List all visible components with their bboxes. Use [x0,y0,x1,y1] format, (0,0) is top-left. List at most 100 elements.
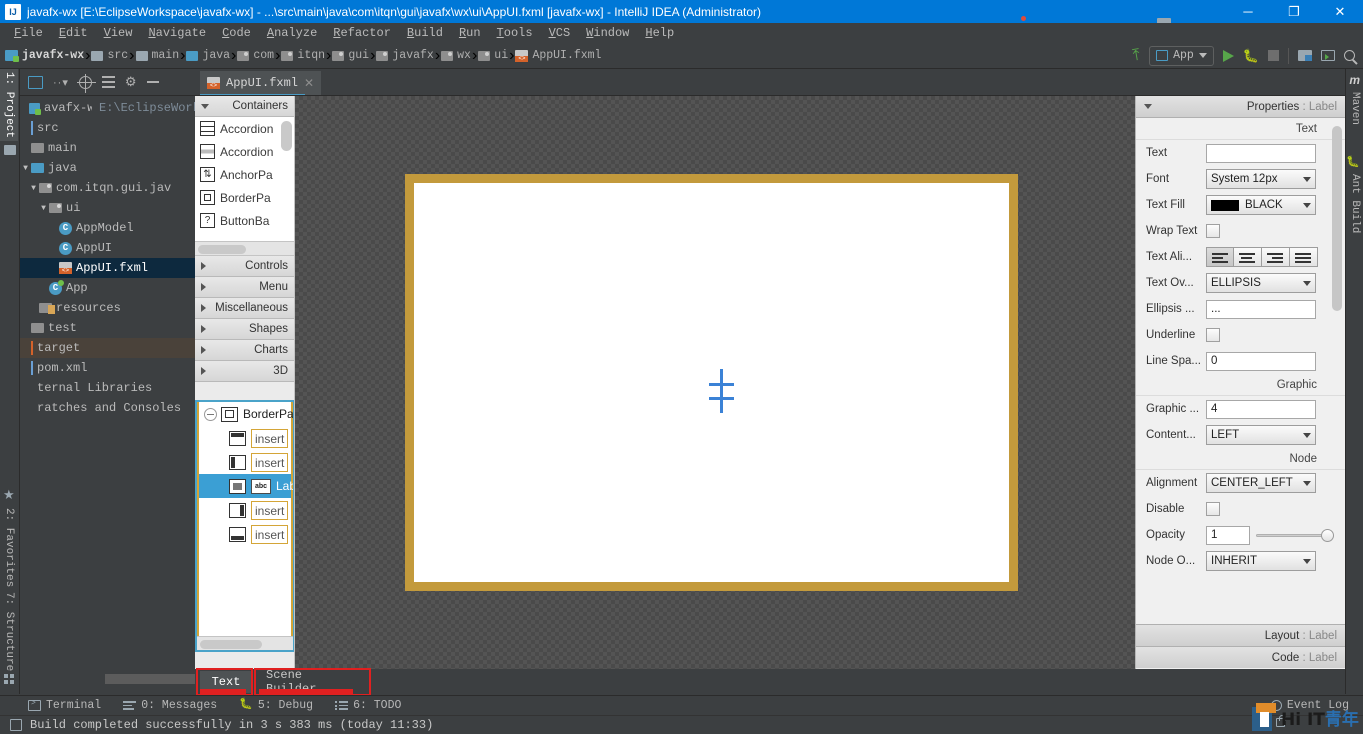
search-icon[interactable] [1344,50,1355,61]
menu-item-window[interactable]: Window [578,23,637,43]
menu-item-view[interactable]: View [96,23,141,43]
palette-item-accordion[interactable]: Accordion [195,117,294,140]
close-icon[interactable]: ✕ [304,76,314,90]
palette-section-menu[interactable]: Menu [195,277,294,298]
project-tree-item[interactable]: C AppUI [20,238,195,258]
project-tree-item[interactable]: ▼ java [20,158,195,178]
editor-tab-appui-fxml[interactable]: AppUI.fxml ✕ [200,71,322,95]
menu-item-vcs[interactable]: VCS [541,23,579,43]
align-left-icon[interactable] [1206,247,1234,267]
menu-item-code[interactable]: Code [214,23,259,43]
breadcrumb-item-wx[interactable]: wx [440,49,472,62]
tree-expander[interactable]: ▼ [28,184,39,193]
breadcrumb-item-src[interactable]: src [90,49,129,62]
tool-button-todo[interactable]: 6: TODO [335,699,401,712]
menu-item-run[interactable]: Run [451,23,489,43]
hierarchy-hscrollbar[interactable] [197,636,293,650]
sidebar-item-structure[interactable]: 7: Structure [0,589,18,674]
palette-section-containers[interactable]: Containers [195,96,294,117]
project-tree-item[interactable]: AppUI.fxml [20,258,195,278]
breadcrumb-item-main[interactable]: main [135,49,181,62]
project-tree-item[interactable]: test [20,318,195,338]
project-tree-item[interactable]: resources [20,298,195,318]
back-arrow-icon[interactable]: ⤒ [1132,46,1142,64]
menu-item-file[interactable]: File [6,23,51,43]
tool-button-terminal[interactable]: Terminal [28,699,101,712]
project-tree-item[interactable]: C App [20,278,195,298]
menu-item-tools[interactable]: Tools [489,23,541,43]
breadcrumb-item-java[interactable]: java [185,49,231,62]
menu-item-refactor[interactable]: Refactor [325,23,399,43]
hierarchy-row-lab[interactable]: abc Lab [199,474,293,498]
tool-button-messages[interactable]: 0: Messages [123,699,217,712]
project-tree-item[interactable]: pom.xml [20,358,195,378]
project-structure-icon[interactable] [1298,50,1312,61]
project-tree-item[interactable]: src [20,118,195,138]
hierarchy-insert-placeholder[interactable]: insert [251,452,289,472]
hierarchy-row-insert[interactable]: insert [199,450,291,474]
property-input-line-spa[interactable]: 0 [1206,351,1316,371]
sidebar-item-favorites[interactable]: 2: Favorites [0,505,18,590]
project-tree-item[interactable]: avafx-wx E:\EclipseWorksp [20,98,195,118]
align-justify-icon[interactable] [1290,247,1318,267]
collapse-toggle-icon[interactable] [204,407,217,421]
menu-item-edit[interactable]: Edit [51,23,96,43]
sidebar-item-maven[interactable]: Maven [1347,89,1363,128]
property-checkbox-underline[interactable] [1206,328,1220,342]
property-select-text-ov[interactable]: ELLIPSIS [1206,273,1316,293]
scroll-from-source-icon[interactable] [76,73,96,93]
hide-panel-icon[interactable] [146,81,159,83]
property-select-font[interactable]: System 12px [1206,169,1316,189]
property-checkbox-wrap-text[interactable] [1206,224,1220,238]
property-input-ellipsis[interactable]: ... [1206,299,1316,319]
inspector-section-code[interactable]: Code : Label [1136,646,1345,668]
hierarchy-row-insert[interactable]: insert [199,522,291,546]
debug-icon[interactable]: 🐛 [1243,49,1259,62]
property-checkbox-disable[interactable] [1206,502,1220,516]
hierarchy-insert-placeholder[interactable]: insert [251,500,289,520]
tool-button-debug[interactable]: 🐛 5: Debug [239,699,313,712]
breadcrumb-item-appui-fxml[interactable]: AppUI.fxml [514,49,602,62]
property-select-text-fill[interactable]: BLACK [1206,195,1316,215]
palette-item-borderpa[interactable]: BorderPa [195,186,294,209]
project-tree-item[interactable]: ▼ com.itqn.gui.jav [20,178,195,198]
menu-item-navigate[interactable]: Navigate [140,23,214,43]
breadcrumb-item-javafx-wx[interactable]: javafx-wx [4,49,85,62]
menu-item-help[interactable]: Help [637,23,682,43]
inspector-header[interactable]: Properties : Label [1136,96,1345,118]
property-input-graphic[interactable]: 4 [1206,399,1316,419]
borderpane-preview[interactable] [405,174,1018,591]
breadcrumb-item-itqn[interactable]: itqn [280,49,326,62]
palette-vscroll-thumb[interactable] [281,121,292,151]
close-button[interactable]: ✕ [1317,0,1363,23]
property-input-opacity[interactable]: 1 [1206,525,1250,545]
tree-expander[interactable]: ▼ [20,164,31,173]
property-select-content[interactable]: LEFT [1206,425,1316,445]
breadcrumb-item-javafx[interactable]: javafx [375,49,434,62]
property-input-text[interactable] [1206,143,1316,163]
palette-section-shapes[interactable]: Shapes [195,319,294,340]
tree-expander[interactable]: ▼ [38,204,49,213]
project-tree-item[interactable]: ternal Libraries [20,378,195,398]
palette-item-accordion[interactable]: Accordion [195,140,294,163]
hierarchy-row-insert[interactable]: insert [199,498,291,522]
more-options-icon[interactable]: ··▾ [53,76,69,89]
palette-section-controls[interactable]: Controls [195,256,294,277]
breadcrumb-item-ui[interactable]: ui [477,49,509,62]
sidebar-item-project[interactable]: 1: Project [0,69,18,142]
gear-icon[interactable]: ⚙ [125,74,137,90]
inspector-section-layout[interactable]: Layout : Label [1136,624,1345,646]
terminal-icon[interactable] [1321,50,1335,61]
palette-section-charts[interactable]: Charts [195,340,294,361]
menu-item-analyze[interactable]: Analyze [259,23,325,43]
minimize-button[interactable]: ─ [1225,0,1271,23]
scene-builder-hscrollbar[interactable] [105,674,197,684]
hierarchy-insert-placeholder[interactable]: insert [251,428,289,448]
palette-section-miscellaneous[interactable]: Miscellaneous [195,298,294,319]
breadcrumb-item-gui[interactable]: gui [331,49,370,62]
menu-item-build[interactable]: Build [399,23,451,43]
palette-hscroll-thumb[interactable] [198,245,246,254]
project-tree-item[interactable]: ratches and Consoles [20,398,195,418]
property-slider-opacity[interactable] [1256,528,1334,542]
stop-icon[interactable] [1268,50,1279,61]
